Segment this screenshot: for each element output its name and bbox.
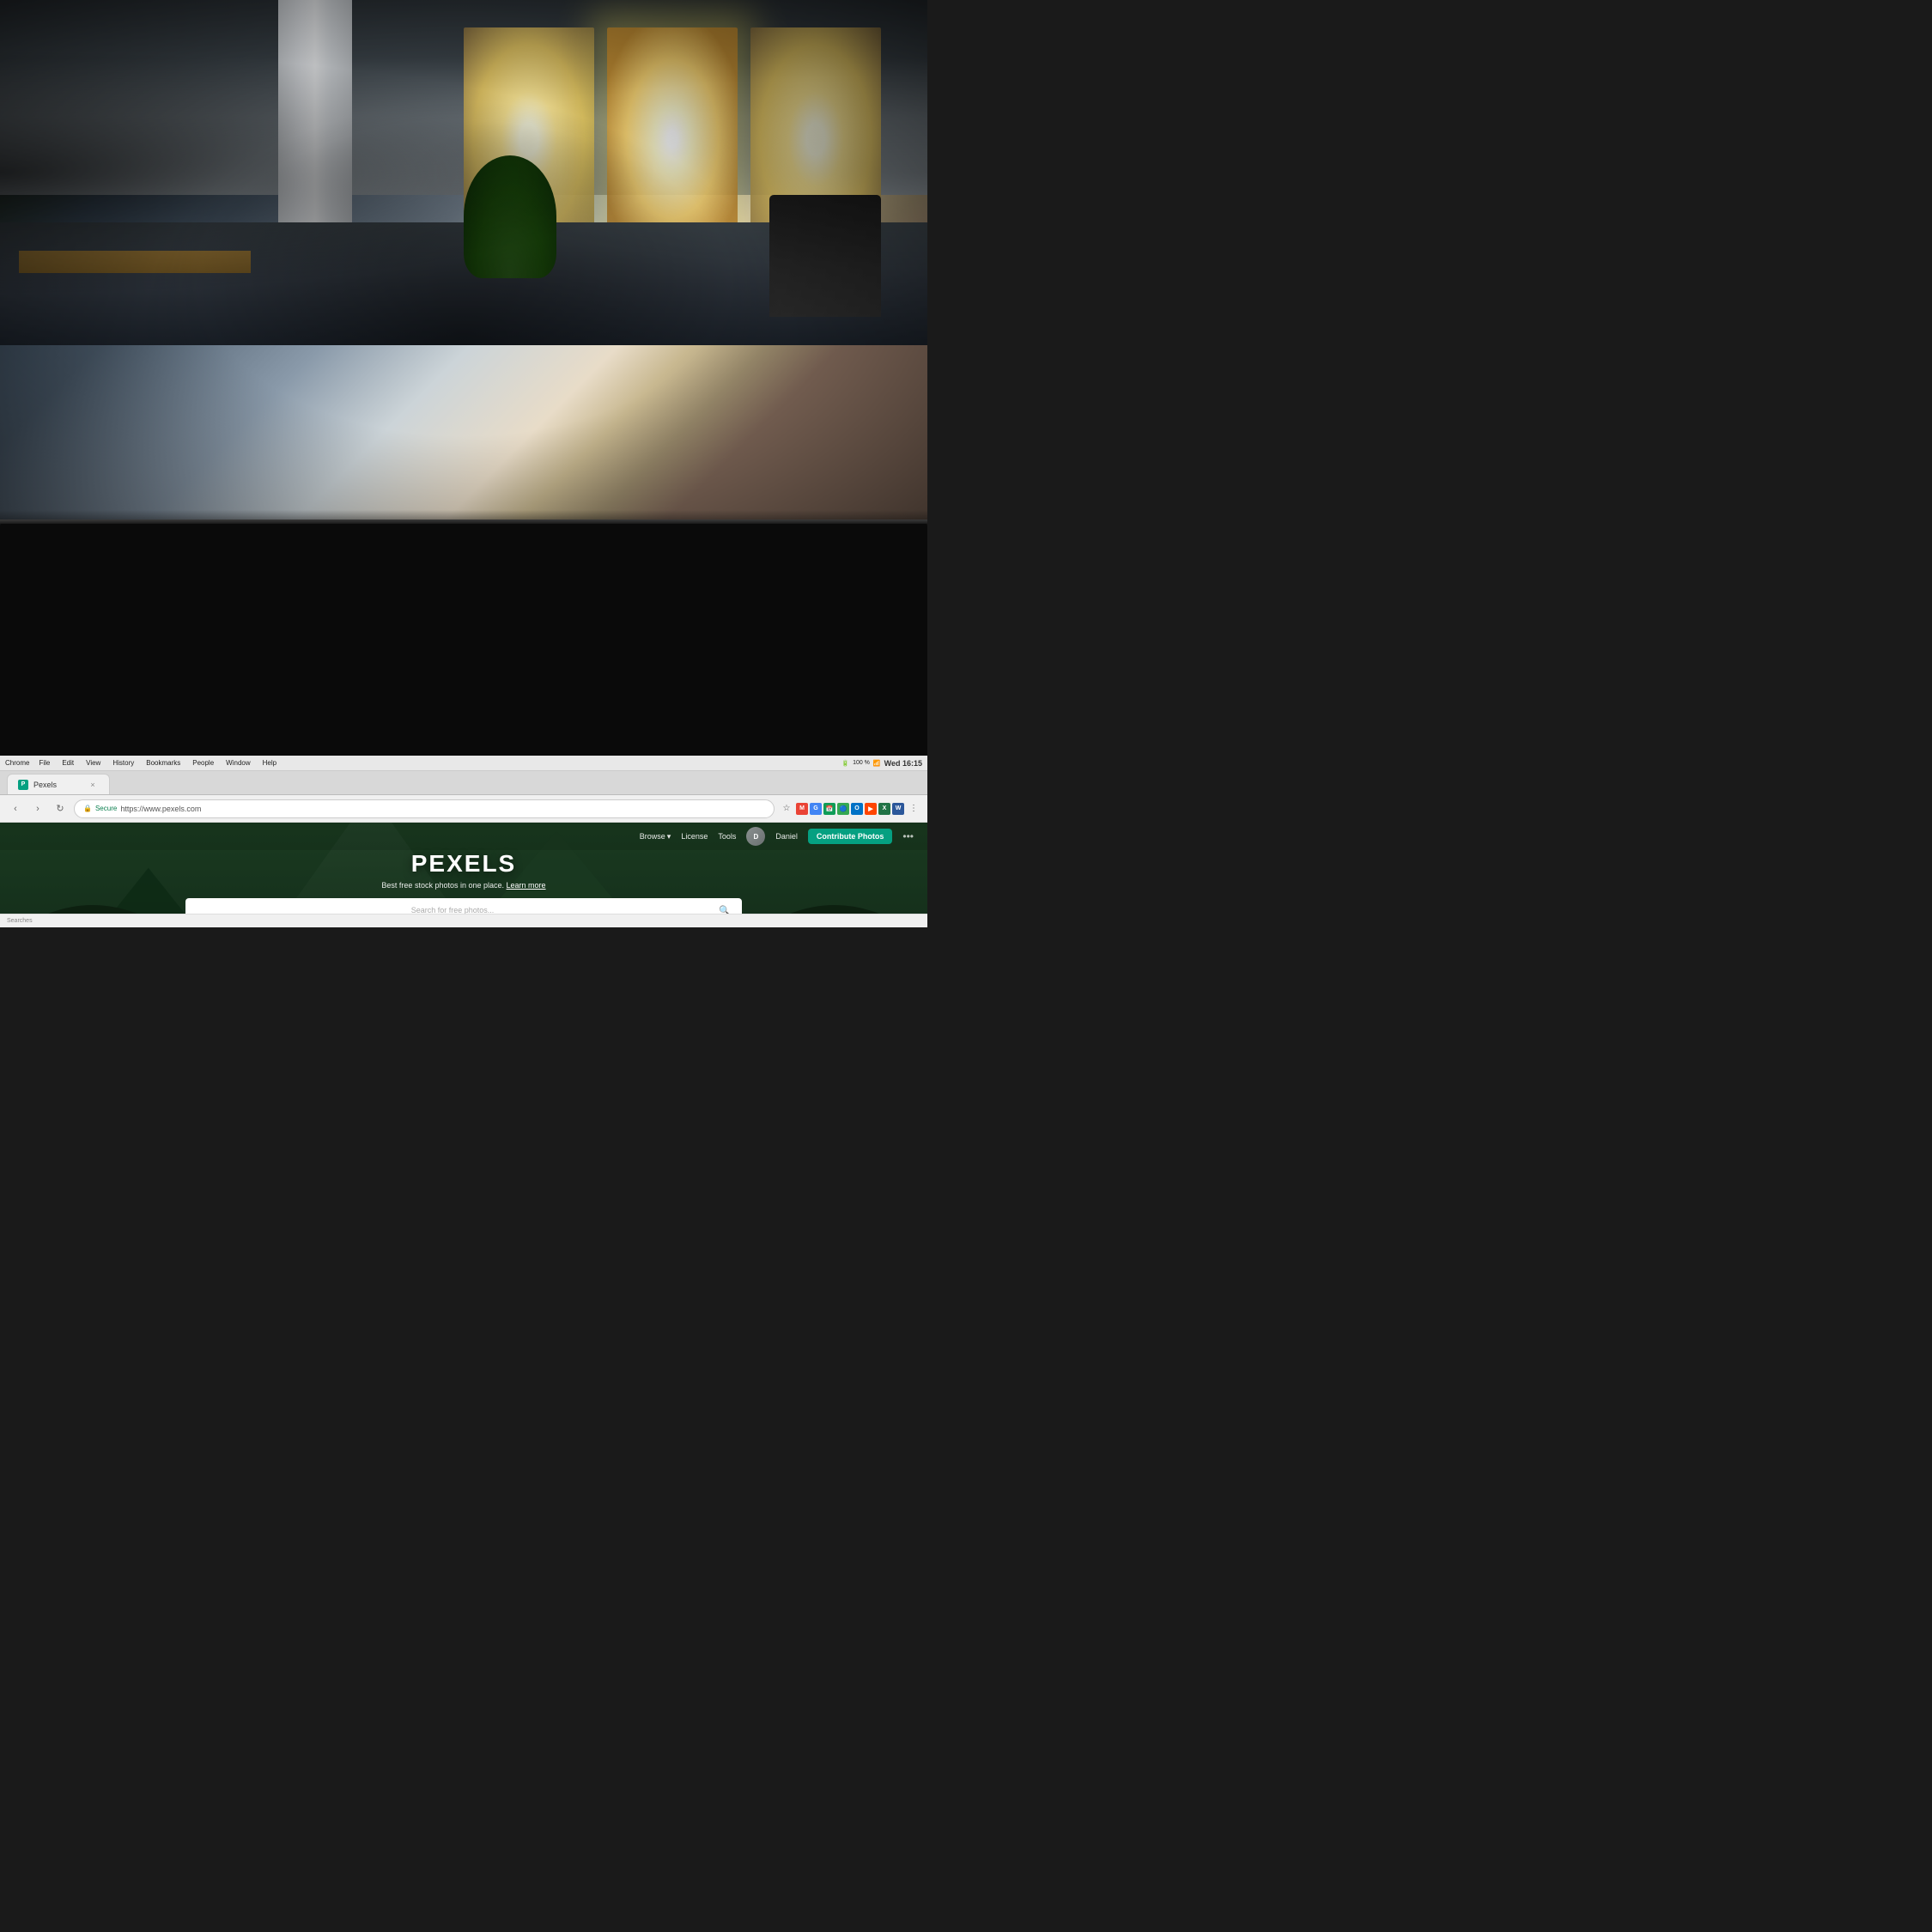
wifi-icon: 📶 [873, 760, 881, 767]
ext-icon-3[interactable]: 📅 [823, 803, 835, 815]
battery-icon: 🔋 [841, 760, 849, 767]
menu-window[interactable]: Window [223, 758, 252, 768]
secure-label: Secure [95, 805, 117, 812]
browser-status-bar: Searches [0, 914, 927, 927]
extension-icons: M G 📅 🔵 O ▶ X W [796, 803, 904, 815]
tab-close-button[interactable]: × [87, 779, 99, 791]
toolbar-icons: ☆ M G 📅 🔵 O ▶ X W ⋮ [780, 802, 920, 816]
url-display[interactable]: https://www.pexels.com [120, 805, 201, 813]
menu-history[interactable]: History [110, 758, 137, 768]
ext-icon-1[interactable]: M [796, 803, 808, 815]
contribute-photos-button[interactable]: Contribute Photos [808, 829, 893, 844]
ext-icon-4[interactable]: 🔵 [837, 803, 849, 815]
pexels-website: Browse ▾ License Tools D Daniel Contribu… [0, 823, 927, 914]
ext-icon-8[interactable]: W [892, 803, 904, 815]
pexels-hero-content: PEXELS Best free stock photos in one pla… [185, 850, 742, 914]
search-icon: 🔍 [719, 905, 731, 914]
system-bar-left: Chrome File Edit View History Bookmarks … [5, 758, 279, 768]
back-button[interactable]: ‹ [7, 800, 24, 817]
refresh-button[interactable]: ↻ [52, 800, 69, 817]
user-initial: D [753, 833, 758, 841]
pexels-navbar: Browse ▾ License Tools D Daniel Contribu… [0, 823, 927, 850]
search-placeholder: Search for free photos... [194, 906, 711, 914]
menu-bookmarks[interactable]: Bookmarks [143, 758, 183, 768]
pexels-tagline: Best free stock photos in one place. Lea… [185, 881, 742, 890]
battery-label: 100 % [853, 760, 870, 766]
pexels-search-bar[interactable]: Search for free photos... 🔍 [185, 898, 742, 914]
screen-area: Chrome File Edit View History Bookmarks … [0, 519, 927, 927]
tab-title: Pexels [33, 781, 57, 789]
address-bar: ‹ › ↻ 🔒 Secure https://www.pexels.com ☆ … [0, 795, 927, 823]
ext-icon-7[interactable]: X [878, 803, 890, 815]
search-icon-button[interactable]: 🔍 [716, 902, 733, 914]
tab-bar: P Pexels × [0, 771, 927, 795]
pexels-license-link[interactable]: License [681, 832, 708, 841]
pexels-user-name[interactable]: Daniel [775, 832, 798, 841]
pexels-browse-link[interactable]: Browse ▾ [640, 832, 671, 841]
browser-tab-pexels[interactable]: P Pexels × [7, 774, 110, 794]
status-text: Searches [7, 918, 33, 924]
pexels-logo: PEXELS [185, 850, 742, 878]
time-display: Wed 16:15 [884, 759, 922, 768]
menu-edit[interactable]: Edit [59, 758, 76, 768]
tab-favicon: P [18, 780, 28, 790]
ext-icon-6[interactable]: ▶ [865, 803, 877, 815]
browse-arrow-icon: ▾ [667, 832, 671, 841]
star-button[interactable]: ☆ [780, 802, 793, 816]
ext-icon-5[interactable]: O [851, 803, 863, 815]
menu-people[interactable]: People [190, 758, 216, 768]
forward-button[interactable]: › [29, 800, 46, 817]
pexels-user-avatar[interactable]: D [746, 827, 765, 846]
app-name-label: Chrome [5, 759, 29, 767]
pexels-more-button[interactable]: ••• [902, 830, 914, 842]
learn-more-link[interactable]: Learn more [507, 881, 546, 890]
more-button[interactable]: ⋮ [907, 802, 920, 816]
screen-bezel [0, 519, 927, 524]
browser-window: Chrome File Edit View History Bookmarks … [0, 756, 927, 927]
address-input[interactable]: 🔒 Secure https://www.pexels.com [74, 799, 775, 818]
system-menu-bar: Chrome File Edit View History Bookmarks … [0, 756, 927, 771]
pexels-tools-link[interactable]: Tools [718, 832, 736, 841]
bg-darkness-overlay [0, 0, 927, 345]
menu-file[interactable]: File [36, 758, 52, 768]
pexels-hero: Browse ▾ License Tools D Daniel Contribu… [0, 823, 927, 914]
secure-icon: 🔒 [83, 805, 92, 812]
background-photo [0, 0, 927, 556]
system-bar-right: 🔋 100 % 📶 Wed 16:15 [841, 759, 922, 768]
ext-icon-2[interactable]: G [810, 803, 822, 815]
menu-help[interactable]: Help [260, 758, 279, 768]
menu-view[interactable]: View [83, 758, 103, 768]
